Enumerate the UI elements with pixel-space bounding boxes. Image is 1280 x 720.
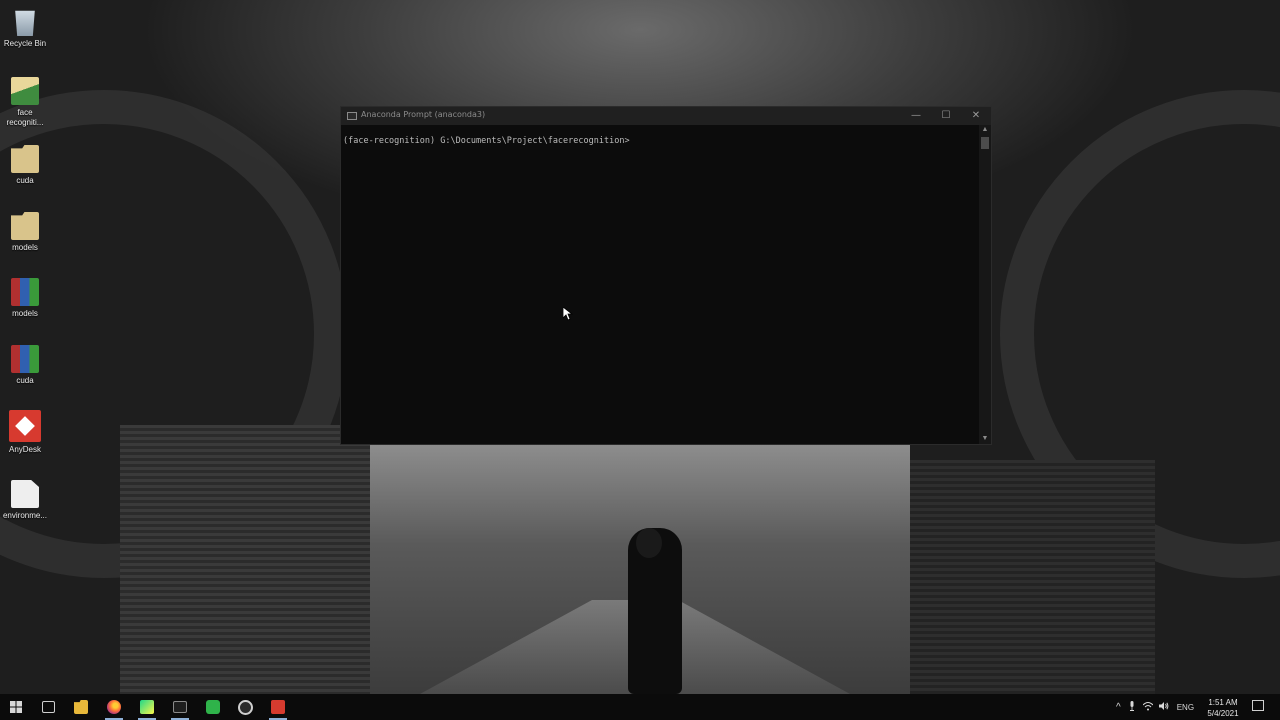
pycharm-icon	[140, 700, 154, 714]
scrollbar-thumb[interactable]	[981, 137, 989, 149]
desktop-icon-label: cuda	[16, 176, 34, 185]
wallpaper-man-head	[636, 528, 662, 558]
clock-time: 1:51 AM	[1208, 698, 1238, 707]
window-titlebar[interactable]: Anaconda Prompt (anaconda3) — ☐ ✕	[341, 107, 991, 125]
action-center-icon[interactable]	[1252, 700, 1264, 711]
taskbar-file-explorer[interactable]	[65, 694, 97, 720]
clock-date: 5/4/2021	[1207, 709, 1239, 718]
console-app-icon	[347, 112, 357, 120]
network-icon[interactable]	[1142, 701, 1154, 714]
desktop-icon-label: models	[12, 309, 38, 318]
taskbar-firefox[interactable]	[98, 694, 130, 720]
maximize-button[interactable]: ☐	[931, 107, 961, 125]
close-button[interactable]: ✕	[961, 107, 991, 125]
taskbar-obs[interactable]	[229, 694, 261, 720]
minimize-button[interactable]: —	[901, 107, 931, 125]
wallpaper-shutter-right	[885, 460, 1155, 694]
file-explorer-icon	[74, 700, 88, 714]
chevron-up-icon[interactable]: ^	[1116, 702, 1121, 713]
desktop-icon-anydesk[interactable]: AnyDesk	[0, 410, 50, 455]
folder-icon	[11, 212, 39, 240]
folder-icon	[11, 145, 39, 173]
desktop-icon-label: face recogniti...	[6, 108, 44, 127]
camtasia-recorder-icon	[271, 700, 285, 714]
desktop-icon-models-archive[interactable]: models	[0, 278, 50, 319]
terminal-icon	[173, 701, 187, 713]
start-button[interactable]	[0, 694, 32, 720]
file-icon	[11, 480, 39, 508]
wallpaper-shutter-left	[120, 425, 370, 694]
recycle-bin-icon	[15, 10, 35, 36]
taskbar: ^ ENG 1:51 AM 5/4/2021	[0, 694, 1280, 720]
taskbar-camtasia-recorder[interactable]	[262, 694, 294, 720]
winrar-archive-icon	[11, 278, 39, 306]
task-view-icon	[41, 701, 55, 713]
scroll-up-arrow-icon[interactable]: ▲	[979, 125, 991, 135]
desktop-icon-cuda-archive[interactable]: cuda	[0, 345, 50, 386]
language-indicator[interactable]: ENG	[1177, 703, 1194, 712]
desktop-icon-label: Recycle Bin	[3, 39, 47, 48]
microphone-icon[interactable]	[1129, 700, 1135, 714]
taskbar-pycharm[interactable]	[131, 694, 163, 720]
taskbar-terminal[interactable]	[164, 694, 196, 720]
desktop-icon-label: environme...	[2, 511, 48, 520]
winrar-archive-icon	[11, 345, 39, 373]
task-view-button[interactable]	[32, 694, 64, 720]
taskbar-camtasia[interactable]	[197, 694, 229, 720]
desktop-icon-cuda-folder[interactable]: cuda	[0, 145, 50, 186]
folder-archive-icon	[11, 77, 39, 105]
scroll-down-arrow-icon[interactable]: ▼	[979, 434, 991, 444]
desktop-icon-models-folder[interactable]: models	[0, 212, 50, 253]
obs-icon	[237, 699, 253, 715]
taskbar-clock[interactable]: 1:51 AM 5/4/2021	[1198, 697, 1248, 719]
desktop-icon-label: models	[12, 243, 38, 252]
window-title: Anaconda Prompt (anaconda3)	[361, 110, 486, 119]
vertical-scrollbar[interactable]: ▲ ▼	[979, 125, 991, 444]
camtasia-icon	[206, 700, 220, 714]
desktop-icon-face-recognition[interactable]: face recogniti...	[0, 77, 50, 128]
console-prompt-line[interactable]: (face-recognition) G:\Documents\Project\…	[343, 136, 630, 146]
anydesk-icon	[9, 410, 41, 442]
desktop-icon-recycle-bin[interactable]: Recycle Bin	[0, 8, 50, 49]
volume-icon[interactable]	[1158, 701, 1169, 714]
start-icon	[10, 701, 22, 713]
firefox-icon	[107, 700, 121, 714]
desktop-icon-label: cuda	[16, 376, 34, 385]
desktop-icon-environment-file[interactable]: environme...	[0, 480, 50, 521]
system-tray: ^ ENG	[1116, 694, 1194, 720]
anaconda-prompt-window[interactable]: Anaconda Prompt (anaconda3) — ☐ ✕ (face-…	[340, 106, 992, 445]
desktop-icon-label: AnyDesk	[8, 445, 41, 454]
